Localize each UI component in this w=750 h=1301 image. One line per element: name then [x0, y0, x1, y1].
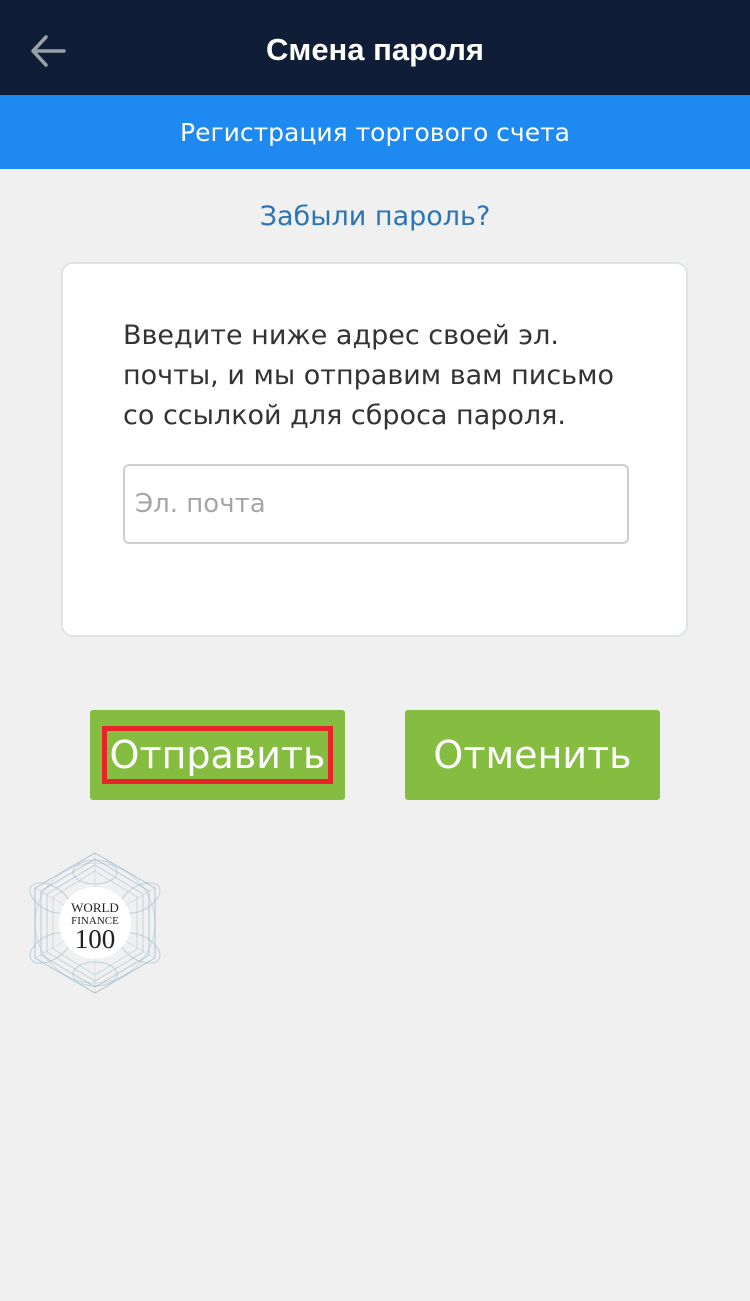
reset-password-card: Введите ниже адрес своей эл. почты, и мы…: [61, 262, 688, 637]
cancel-button[interactable]: Отменить: [405, 710, 660, 800]
send-button[interactable]: Отправить: [90, 710, 345, 800]
cancel-button-label: Отменить: [433, 733, 632, 777]
top-app-bar: Смена пароля: [0, 0, 750, 95]
svg-text:WORLD: WORLD: [71, 900, 119, 915]
send-button-label: Отправить: [101, 726, 334, 784]
email-field[interactable]: [123, 464, 629, 544]
forgot-password-heading: Забыли пароль?: [259, 201, 491, 232]
world-finance-100-logo: WORLD FINANCE 100: [29, 852, 161, 994]
trading-account-registration-link[interactable]: Регистрация торгового счета: [0, 95, 750, 169]
svg-text:100: 100: [75, 924, 116, 954]
reset-instructions: Введите ниже адрес своей эл. почты, и мы…: [123, 320, 614, 431]
page-title: Смена пароля: [266, 32, 484, 67]
